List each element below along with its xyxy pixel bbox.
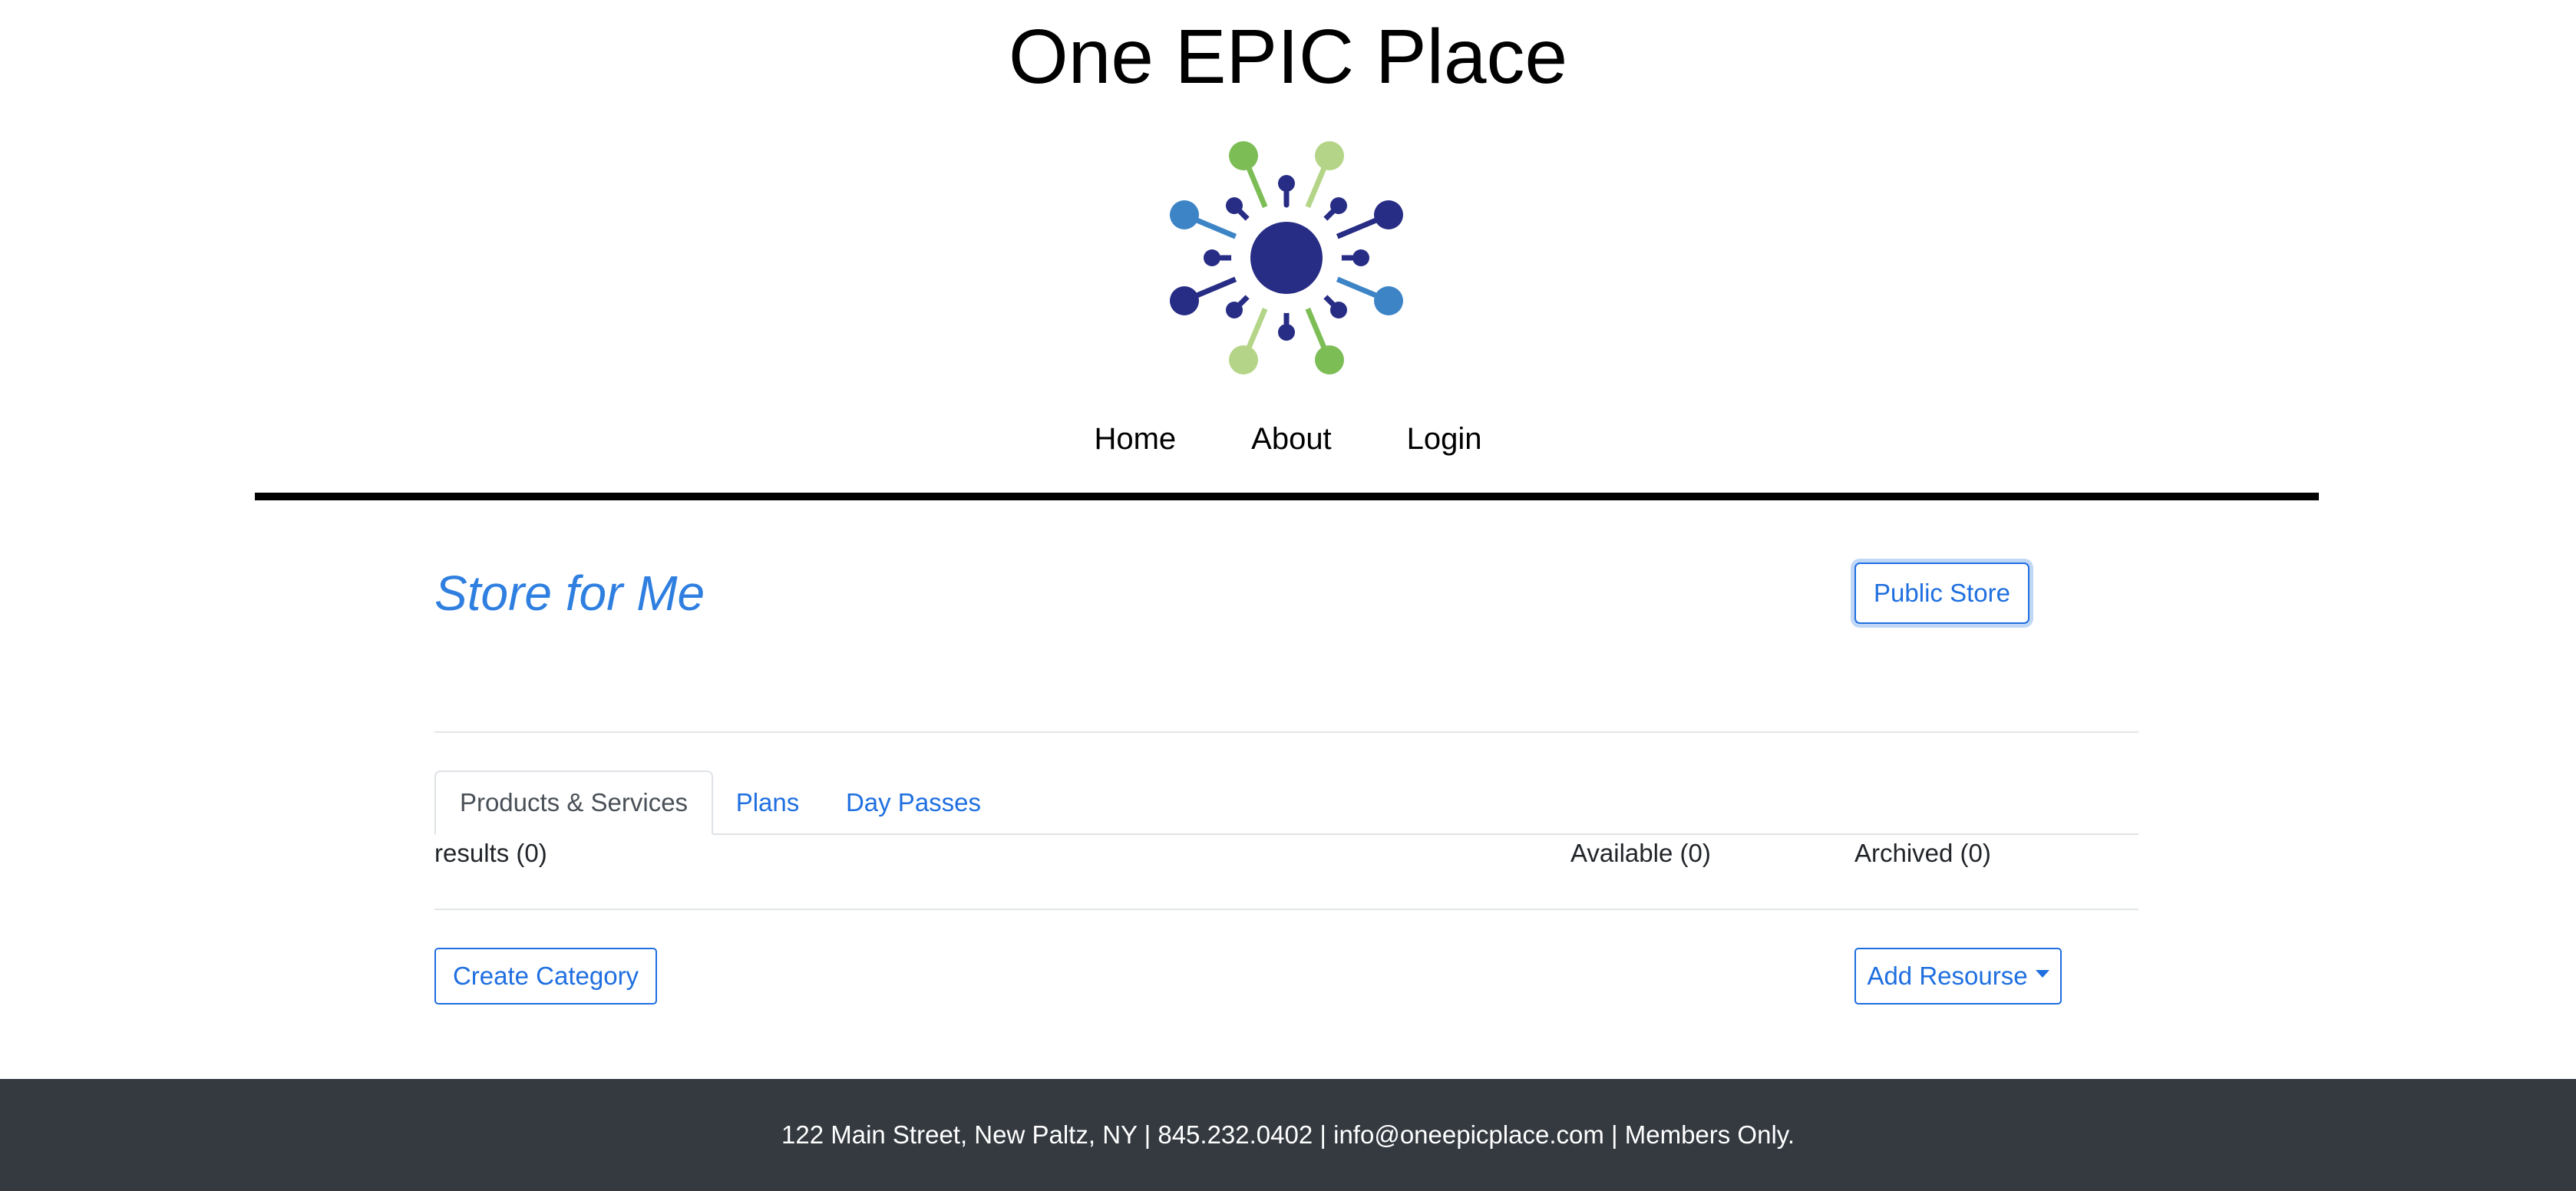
results-count: results (0) xyxy=(434,839,547,867)
available-count[interactable]: Available (0) xyxy=(1570,836,1711,871)
nav-about-link[interactable]: About xyxy=(1251,417,1332,460)
create-category-button[interactable]: Create Category xyxy=(434,948,657,1005)
public-store-button[interactable]: Public Store xyxy=(1854,563,2029,624)
tab-products-services[interactable]: Products & Services xyxy=(434,770,713,835)
network-hub-logo-icon xyxy=(1170,141,1403,374)
tab-day-passes[interactable]: Day Passes xyxy=(837,770,990,835)
site-footer: 122 Main Street, New Paltz, NY | 845.232… xyxy=(0,1079,2576,1191)
tab-plans[interactable]: Plans xyxy=(729,770,806,835)
section-divider xyxy=(434,731,2138,733)
nav-home-link[interactable]: Home xyxy=(1094,417,1176,460)
add-resource-label: Add Resourse xyxy=(1867,962,2028,990)
add-resource-dropdown-button[interactable]: Add Resourse xyxy=(1854,948,2062,1005)
footer-contact-text: 122 Main Street, New Paltz, NY | 845.232… xyxy=(781,1120,1795,1149)
nav-login-link[interactable]: Login xyxy=(1407,417,1482,460)
site-title: One EPIC Place xyxy=(1008,14,1568,100)
section-divider xyxy=(434,909,2138,910)
main-nav: Home About Login xyxy=(0,417,2576,460)
archived-count[interactable]: Archived (0) xyxy=(1854,836,1991,871)
caret-down-icon xyxy=(2035,970,2049,978)
page-title: Store for Me xyxy=(434,566,705,621)
header-divider xyxy=(255,493,2319,500)
